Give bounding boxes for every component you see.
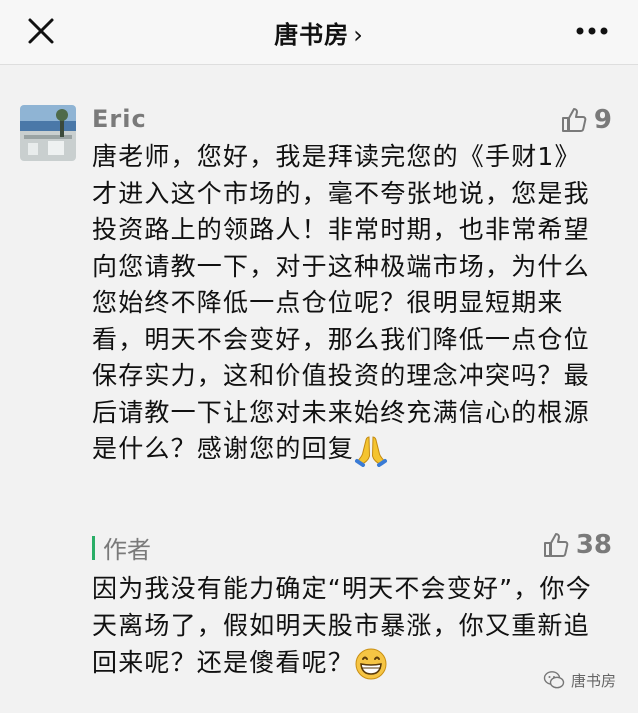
comment-like-count: 9	[593, 105, 612, 135]
top-bar: 唐书房 ›	[0, 0, 638, 65]
page-title[interactable]: 唐书房 ›	[0, 15, 638, 50]
comment-body: 唐老师，您好，我是拜读完您的《手财1》才进入这个市场的，毫不夸张地说，您是我投资…	[92, 139, 592, 468]
author-indicator-bar	[92, 535, 95, 560]
author-tag: 作者	[92, 530, 151, 565]
comments-section: Eric 9 唐老师，您好，我是拜读完您的《手财1》才进入这个市场的，毫不夸张地…	[0, 65, 638, 713]
more-icon[interactable]	[574, 22, 610, 40]
comment-username: Eric	[92, 105, 147, 133]
comment-like-button[interactable]: 9	[560, 105, 612, 135]
grin-emoji	[355, 648, 387, 680]
comment-body-text: 唐老师，您好，我是拜读完您的《手财1》才进入这个市场的，毫不夸张地说，您是我投资…	[92, 142, 590, 463]
avatar[interactable]	[20, 105, 76, 161]
thumbs-up-icon	[543, 533, 569, 557]
watermark-label: 唐书房	[570, 671, 616, 690]
author-label: 作者	[103, 536, 151, 564]
reply-like-count: 38	[575, 530, 612, 560]
chevron-right-icon: ›	[353, 21, 364, 49]
reply-body: 因为我没有能力确定“明天不会变好”，你今天离场了，假如明天股市暴涨，你又重新追回…	[92, 570, 592, 681]
wechat-icon	[543, 671, 565, 689]
thumbs-up-icon	[561, 108, 587, 132]
reply-body-text: 因为我没有能力确定“明天不会变好”，你今天离场了，假如明天股市暴涨，你又重新追回…	[92, 574, 592, 677]
reply-like-button[interactable]: 38	[542, 530, 612, 560]
page-title-label: 唐书房	[274, 21, 350, 49]
pray-emoji	[355, 436, 388, 467]
watermark: 唐书房	[543, 669, 616, 691]
